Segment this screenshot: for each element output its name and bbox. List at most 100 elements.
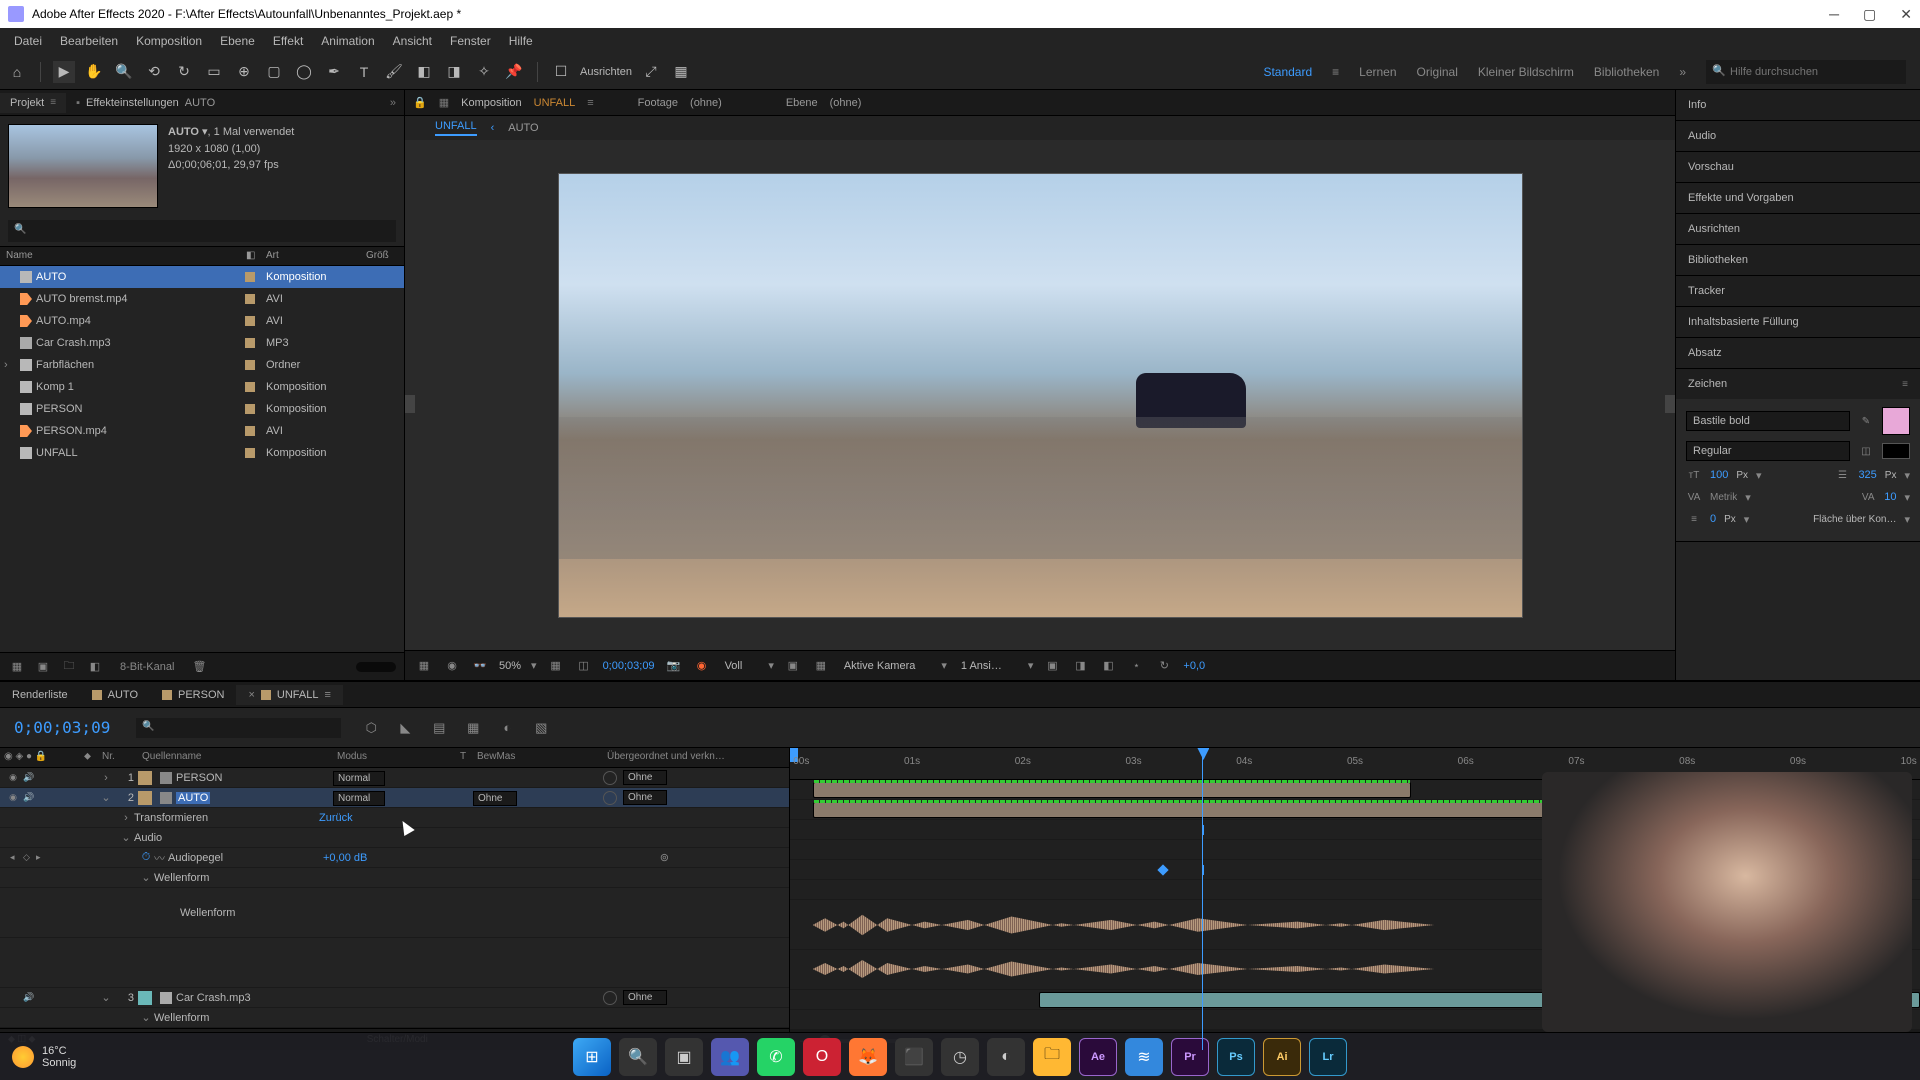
opera-icon[interactable]: O: [803, 1038, 841, 1076]
label-swatch[interactable]: [245, 426, 255, 436]
transparency-icon[interactable]: ▦: [812, 657, 830, 675]
viewer-menu-icon[interactable]: ≡: [587, 97, 593, 109]
task-view-icon[interactable]: ▣: [665, 1038, 703, 1076]
roto-tool-icon[interactable]: ✧: [473, 61, 495, 83]
eraser-tool-icon[interactable]: ◨: [443, 61, 465, 83]
project-item[interactable]: Car Crash.mp3 MP3: [0, 332, 404, 354]
lightroom-icon[interactable]: Lr: [1309, 1038, 1347, 1076]
parent-dropdown[interactable]: Ohne: [623, 790, 667, 805]
tab-comp-person[interactable]: PERSON: [150, 685, 236, 705]
menu-edit[interactable]: Bearbeiten: [52, 32, 126, 50]
rotate-tool-icon[interactable]: ↻: [173, 61, 195, 83]
panel-preview[interactable]: Vorschau: [1676, 152, 1920, 182]
label-swatch[interactable]: [245, 316, 255, 326]
label-swatch[interactable]: [245, 448, 255, 458]
project-item[interactable]: AUTO.mp4 AVI: [0, 310, 404, 332]
layer-name[interactable]: Car Crash.mp3: [176, 992, 251, 1004]
next-kf-icon[interactable]: ▸: [36, 852, 46, 863]
zoom-dropdown-icon[interactable]: ▾: [531, 659, 537, 672]
viewer-canvas[interactable]: [405, 140, 1675, 650]
snapping-icon[interactable]: ⤢: [640, 61, 662, 83]
panel-audio[interactable]: Audio: [1676, 121, 1920, 151]
workspace-learn[interactable]: Lernen: [1359, 65, 1396, 79]
audio-toggle-icon[interactable]: 🔊: [22, 771, 36, 785]
hand-tool-icon[interactable]: ✋: [83, 61, 105, 83]
fast-preview-icon[interactable]: ◨: [1071, 657, 1089, 675]
prop-waveform-l3[interactable]: ⌄ Wellenform: [0, 1008, 789, 1028]
orbit-tool-icon[interactable]: ⟲: [143, 61, 165, 83]
draft3d-icon[interactable]: ◣: [395, 718, 415, 738]
workspace-libraries[interactable]: Bibliotheken: [1594, 65, 1659, 79]
vscode-icon[interactable]: ≋: [1125, 1038, 1163, 1076]
flowchart-icon[interactable]: ⋆: [1127, 657, 1145, 675]
snapshot-icon[interactable]: 📷: [665, 657, 683, 675]
blend-mode-dropdown[interactable]: Normal: [333, 791, 385, 806]
label-swatch[interactable]: [245, 382, 255, 392]
reset-exposure-icon[interactable]: ↻: [1155, 657, 1173, 675]
tab-comp-unfall[interactable]: × UNFALL ≡: [236, 685, 342, 705]
layer-label-swatch[interactable]: [138, 771, 152, 785]
alpha-icon[interactable]: ▦: [415, 657, 433, 675]
ellipse-tool-icon[interactable]: ◯: [293, 61, 315, 83]
label-swatch[interactable]: [245, 338, 255, 348]
project-item[interactable]: AUTO Komposition: [0, 266, 404, 288]
project-item[interactable]: AUTO bremst.mp4 AVI: [0, 288, 404, 310]
eyedropper-icon[interactable]: ✎: [1858, 413, 1874, 429]
taskbar-search-icon[interactable]: 🔍: [619, 1038, 657, 1076]
start-button[interactable]: ⊞: [573, 1038, 611, 1076]
panel-character[interactable]: Zeichen ≡: [1676, 369, 1920, 399]
parent-dropdown[interactable]: Ohne: [623, 770, 667, 785]
font-dropdown[interactable]: Bastile bold: [1686, 411, 1850, 431]
app-icon-3[interactable]: ◐: [987, 1038, 1025, 1076]
frame-blend-icon[interactable]: ▦: [463, 718, 483, 738]
camera-chevron-icon[interactable]: ▾: [941, 659, 947, 672]
after-effects-icon[interactable]: Ae: [1079, 1038, 1117, 1076]
audio-toggle-icon[interactable]: 🔊: [22, 991, 36, 1005]
pickwhip-icon[interactable]: [603, 771, 617, 785]
minimize-button[interactable]: ─: [1829, 6, 1839, 23]
prop-audiolevel[interactable]: ◂◇▸ ⏱ 〰 Audiopegel +0,00 dB ⊚: [0, 848, 789, 868]
workspace-overflow-icon[interactable]: ≡: [1332, 65, 1339, 79]
layer-name[interactable]: AUTO: [176, 792, 210, 804]
panel-libraries[interactable]: Bibliotheken: [1676, 245, 1920, 275]
video-toggle-icon[interactable]: ◉: [6, 791, 20, 805]
timeline-icon[interactable]: ◧: [1099, 657, 1117, 675]
brush-tool-icon[interactable]: 🖌: [383, 61, 405, 83]
project-item[interactable]: PERSON Komposition: [0, 398, 404, 420]
guides-icon[interactable]: ◫: [575, 657, 593, 675]
stopwatch-icon[interactable]: ⏱: [138, 851, 154, 864]
grid-icon[interactable]: ▦: [547, 657, 565, 675]
clone-tool-icon[interactable]: ◧: [413, 61, 435, 83]
puppet-tool-icon[interactable]: 📌: [503, 61, 525, 83]
layer-name[interactable]: PERSON: [176, 772, 222, 784]
app-icon-1[interactable]: ⬛: [895, 1038, 933, 1076]
pix-aspect-icon[interactable]: ▣: [1043, 657, 1061, 675]
col-name[interactable]: Name: [0, 247, 240, 265]
roi-icon[interactable]: ▣: [784, 657, 802, 675]
col-size[interactable]: Größ: [360, 247, 404, 265]
photoshop-icon[interactable]: Ps: [1217, 1038, 1255, 1076]
mask-icon[interactable]: 👓: [471, 657, 489, 675]
add-kf-icon[interactable]: ◇: [23, 852, 33, 863]
whatsapp-icon[interactable]: ✆: [757, 1038, 795, 1076]
panel-menu-icon[interactable]: ≡: [50, 97, 56, 108]
project-search-input[interactable]: [8, 220, 396, 242]
home-icon[interactable]: ⌂: [6, 61, 28, 83]
layer-row-carcrash[interactable]: 🔊 ⌄ 3 Car Crash.mp3 Ohne: [0, 988, 789, 1008]
project-item[interactable]: Komp 1 Komposition: [0, 376, 404, 398]
exposure-value[interactable]: +0,0: [1183, 660, 1205, 672]
firefox-icon[interactable]: 🦊: [849, 1038, 887, 1076]
illustrator-icon[interactable]: Ai: [1263, 1038, 1301, 1076]
panel-overflow-icon[interactable]: »: [382, 97, 404, 109]
flowchart-chevron-icon[interactable]: ‹: [491, 122, 495, 134]
trash-icon[interactable]: 🗑: [190, 658, 208, 676]
parent-dropdown[interactable]: Ohne: [623, 990, 667, 1005]
no-fill-icon[interactable]: ◫: [1858, 443, 1874, 459]
panel-tracker[interactable]: Tracker: [1676, 276, 1920, 306]
label-swatch[interactable]: [245, 404, 255, 414]
audio-toggle-icon[interactable]: 🔊: [22, 791, 36, 805]
collapse-icon[interactable]: ⌄: [118, 831, 134, 844]
workspace-more-icon[interactable]: »: [1679, 65, 1686, 79]
video-toggle-icon[interactable]: ◉: [6, 771, 20, 785]
expand-icon[interactable]: ›: [98, 772, 114, 784]
